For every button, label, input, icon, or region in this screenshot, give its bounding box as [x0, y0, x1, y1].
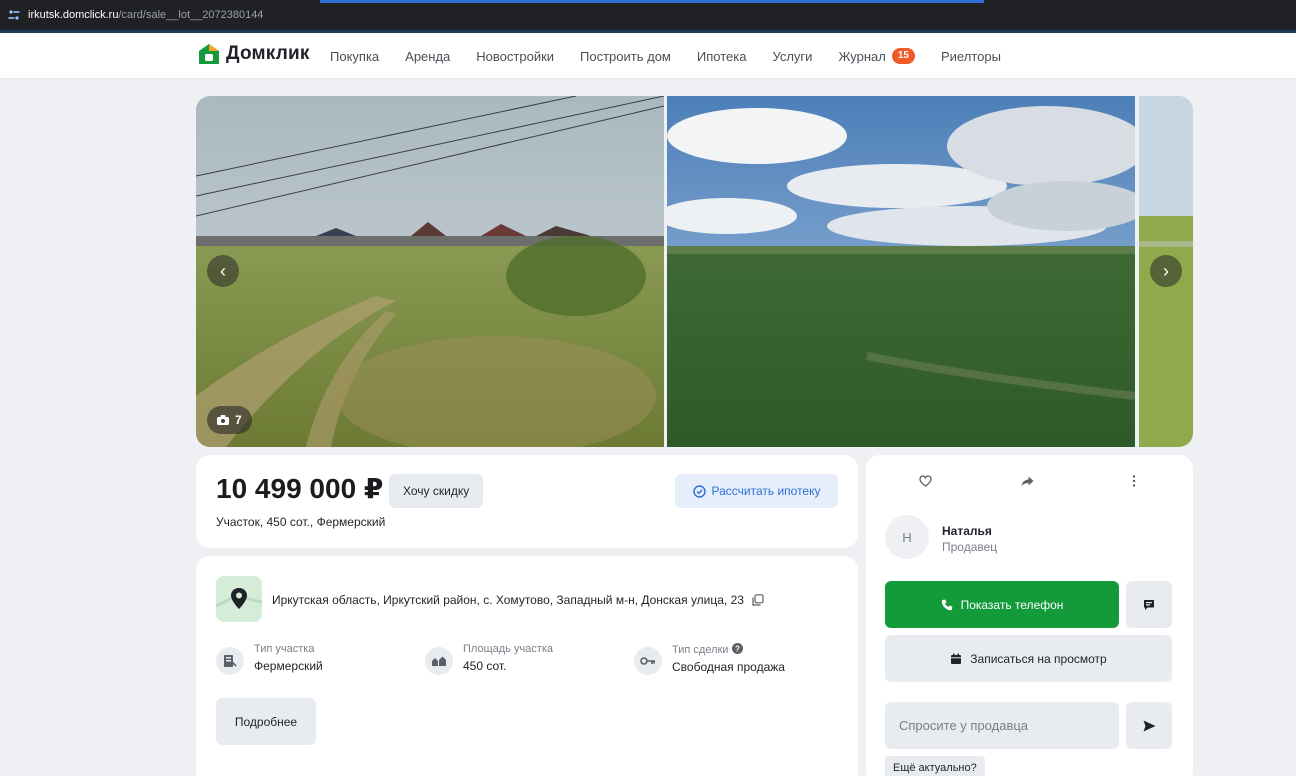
calculate-mortgage-label: Рассчитать ипотеку	[711, 484, 821, 498]
area-icon	[425, 647, 453, 675]
logo-icon	[199, 44, 219, 64]
share-icon	[1021, 476, 1033, 486]
browser-url-bar[interactable]: irkutsk.domclick.ru/card/sale__lot__2072…	[0, 0, 1296, 30]
calculate-mortgage-button[interactable]: Рассчитать ипотеку	[675, 474, 838, 508]
more-options-button[interactable]	[1124, 471, 1144, 491]
show-phone-button[interactable]: Показать телефон	[885, 581, 1119, 628]
deal-type-label: Тип сделки	[672, 644, 729, 656]
chat-icon	[1144, 599, 1154, 610]
copy-icon[interactable]	[752, 594, 764, 606]
nav-item-buy[interactable]: Покупка	[330, 49, 379, 64]
photo-count-badge[interactable]: 7	[207, 406, 252, 434]
plot-type-icon	[216, 647, 244, 675]
url-path: /card/sale__lot__2072380144	[118, 9, 264, 21]
nav-item-mortgage[interactable]: Ипотека	[697, 49, 747, 64]
camera-icon	[217, 415, 229, 425]
prop-label: Площадь участка	[463, 643, 553, 655]
price-card: 10 499 000 ₽ Хочу скидку Рассчитать ипот…	[196, 455, 858, 548]
check-circle-icon	[692, 484, 706, 498]
help-icon[interactable]: ?	[731, 643, 743, 654]
logo-text: Домклик	[226, 43, 310, 64]
nav-item-journal-label: Журнал	[838, 48, 886, 64]
show-phone-label: Показать телефон	[960, 597, 1064, 612]
nav-item-services[interactable]: Услуги	[772, 49, 812, 64]
more-vertical-icon	[1132, 475, 1136, 487]
nav-item-rent[interactable]: Аренда	[405, 49, 450, 64]
more-details-button[interactable]: Подробнее	[216, 698, 316, 745]
calendar-icon	[951, 653, 962, 664]
details-card: Иркутская область, Иркутский район, с. Х…	[196, 556, 858, 776]
seller-name[interactable]: Наталья	[942, 524, 992, 538]
prop-value: Свободная продажа	[672, 660, 785, 674]
nav-item-build-house[interactable]: Построить дом	[580, 49, 671, 64]
send-message-button[interactable]	[1126, 702, 1172, 749]
chat-button[interactable]	[1126, 581, 1172, 628]
site-header: Домклик Покупка Аренда Новостройки Постр…	[0, 33, 1296, 79]
nav-item-new-buildings[interactable]: Новостройки	[476, 49, 554, 64]
schedule-viewing-button[interactable]: Записаться на просмотр	[885, 635, 1172, 682]
key-icon	[634, 647, 662, 675]
chevron-right-icon: ›	[1163, 260, 1169, 281]
site-settings-icon[interactable]	[6, 8, 22, 22]
listing-photo-1[interactable]: ‹ 7	[196, 96, 664, 447]
nav-item-realtors[interactable]: Риелторы	[941, 49, 1001, 64]
send-icon	[1143, 720, 1155, 731]
photo-gallery: ‹ 7 ›	[196, 96, 1193, 447]
favorite-button[interactable]	[915, 471, 935, 491]
seller-card: Н Наталья Продавец Показать телефон Запи…	[866, 455, 1193, 776]
share-button[interactable]	[1017, 471, 1037, 491]
main-nav: Покупка Аренда Новостройки Построить дом…	[330, 33, 1027, 79]
prop-label: Тип участка	[254, 643, 315, 655]
avatar[interactable]: Н	[885, 515, 929, 559]
prop-label: Тип сделки ?	[672, 643, 785, 656]
listing-photo-2[interactable]	[667, 96, 1135, 447]
chevron-left-icon: ‹	[220, 260, 226, 281]
prop-value: 450 сот.	[463, 659, 507, 673]
seller-role: Продавец	[942, 540, 998, 554]
url-domain: irkutsk.domclick.ru	[28, 9, 119, 21]
prev-photo-button[interactable]: ‹	[207, 255, 239, 287]
svg-text:?: ?	[735, 645, 740, 654]
nav-item-journal[interactable]: Журнал 15	[838, 48, 915, 64]
map-thumbnail[interactable]	[216, 576, 262, 622]
want-discount-button[interactable]: Хочу скидку	[389, 474, 484, 508]
schedule-viewing-label: Записаться на просмотр	[970, 651, 1107, 666]
link-highlight	[320, 0, 984, 3]
prop-value: Фермерский	[254, 659, 323, 673]
heart-icon	[918, 475, 932, 487]
prop-plot-type: Тип участка Фермерский	[216, 643, 323, 675]
quick-reply-chip[interactable]: Ещё актуально?	[885, 756, 985, 776]
listing-address: Иркутская область, Иркутский район, с. Х…	[272, 593, 744, 607]
listing-subtitle: Участок, 450 сот., Фермерский	[216, 515, 386, 529]
prop-deal-type: Тип сделки ? Свободная продажа	[634, 643, 785, 675]
next-photo-button[interactable]: ›	[1150, 255, 1182, 287]
listing-price: 10 499 000 ₽	[216, 473, 384, 504]
prop-area: Площадь участка 450 сот.	[425, 643, 553, 675]
journal-badge: 15	[891, 48, 915, 64]
logo[interactable]: Домклик	[198, 43, 310, 65]
photo-count: 7	[235, 413, 242, 427]
phone-icon	[941, 599, 952, 610]
ask-seller-input[interactable]	[885, 702, 1119, 749]
address-row: Иркутская область, Иркутский район, с. Х…	[272, 593, 764, 607]
